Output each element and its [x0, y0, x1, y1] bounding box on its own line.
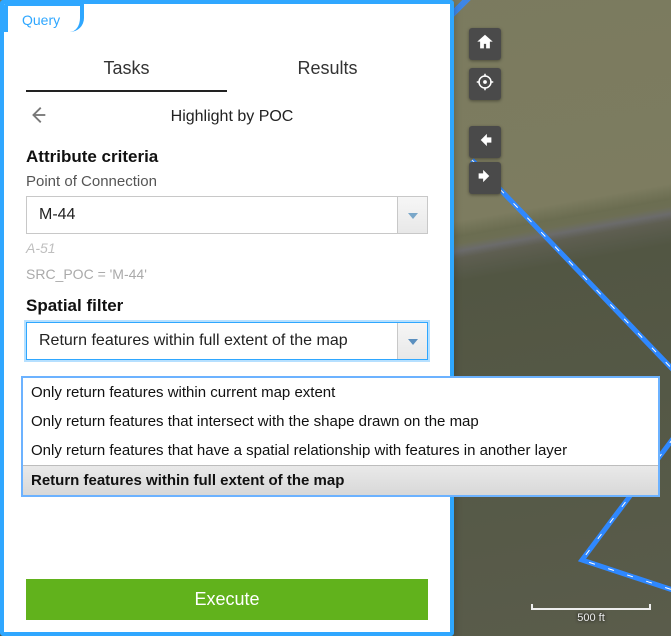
- spatial-filter-dropdown: Only return features within current map …: [21, 376, 660, 497]
- next-extent-button[interactable]: [469, 162, 501, 194]
- locate-button[interactable]: [469, 68, 501, 100]
- poc-suggestion: A-51: [26, 240, 428, 256]
- subtask-title: Highlight by POC: [60, 108, 428, 126]
- tab-tasks[interactable]: Tasks: [26, 50, 227, 92]
- chevron-down-icon: [408, 332, 418, 350]
- poc-select[interactable]: M-44: [26, 196, 428, 234]
- query-panel: Query Tasks Results Highlight by POC Att…: [0, 0, 454, 636]
- spatial-filter-arrow[interactable]: [397, 323, 427, 359]
- sql-preview: SRC_POC = 'M-44': [26, 266, 428, 282]
- scalebar: 500 ft: [531, 608, 651, 624]
- spatial-filter-select[interactable]: Return features within full extent of th…: [26, 322, 428, 360]
- arrow-left-icon: [476, 131, 494, 154]
- attribute-criteria-heading: Attribute criteria: [26, 147, 428, 167]
- arrow-right-icon: [476, 167, 494, 190]
- spatial-filter-heading: Spatial filter: [26, 296, 428, 316]
- execute-button[interactable]: Execute: [26, 579, 428, 620]
- poc-select-arrow[interactable]: [397, 197, 427, 233]
- home-icon: [476, 33, 494, 56]
- spatial-filter-value: Return features within full extent of th…: [27, 323, 397, 359]
- execute-label: Execute: [194, 589, 259, 609]
- query-tabs: Tasks Results: [26, 50, 428, 93]
- panel-tab-query[interactable]: Query: [4, 2, 84, 32]
- back-button[interactable]: [26, 105, 50, 129]
- spatial-option-intersect-shape[interactable]: Only return features that intersect with…: [23, 407, 658, 436]
- poc-select-value: M-44: [27, 197, 397, 233]
- tab-results-label: Results: [297, 58, 357, 78]
- spatial-option-relationship-layer[interactable]: Only return features that have a spatial…: [23, 436, 658, 465]
- home-button[interactable]: [469, 28, 501, 60]
- scalebar-label: 500 ft: [577, 612, 605, 624]
- tab-tasks-label: Tasks: [103, 58, 149, 78]
- poc-field-label: Point of Connection: [26, 173, 428, 190]
- spatial-option-current-extent[interactable]: Only return features within current map …: [23, 378, 658, 407]
- tab-results[interactable]: Results: [227, 50, 428, 92]
- locate-icon: [476, 73, 494, 96]
- prev-extent-button[interactable]: [469, 126, 501, 158]
- panel-tab-label: Query: [22, 12, 60, 28]
- chevron-down-icon: [408, 206, 418, 224]
- arrow-left-icon: [27, 104, 49, 131]
- spatial-option-full-extent[interactable]: Return features within full extent of th…: [23, 465, 658, 495]
